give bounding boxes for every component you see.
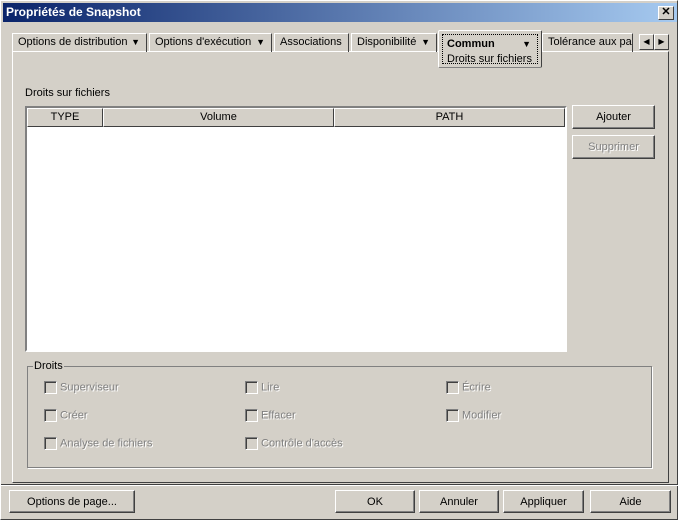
- checkbox-label: Écrire: [462, 381, 491, 394]
- tab-label: Associations: [280, 36, 342, 48]
- checkbox-icon: [44, 437, 57, 450]
- apply-button[interactable]: Appliquer: [503, 490, 584, 513]
- close-button[interactable]: ✕: [658, 6, 674, 20]
- tab-label: Tolérance aux pa: [548, 36, 632, 48]
- checkbox-analyse-fichiers[interactable]: Analyse de fichiers: [44, 437, 152, 450]
- scroll-right-button[interactable]: ▶: [654, 34, 669, 50]
- dropdown-arrow-icon: ▼: [256, 37, 265, 47]
- checkbox-superviseur[interactable]: Superviseur: [44, 381, 119, 394]
- checkbox-icon: [44, 409, 57, 422]
- checkbox-label: Créer: [60, 409, 88, 422]
- rights-group: [27, 366, 652, 468]
- checkbox-label: Lire: [261, 381, 280, 394]
- checkbox-label: Superviseur: [60, 381, 119, 394]
- dropdown-arrow-icon: ▼: [131, 37, 140, 47]
- checkbox-icon: [446, 409, 459, 422]
- tab-label: Disponibilité: [357, 36, 417, 48]
- file-rights-table[interactable]: TYPE Volume PATH: [25, 106, 567, 352]
- column-header-type[interactable]: TYPE: [27, 108, 103, 127]
- tab-options-execution[interactable]: Options d'exécution ▼: [149, 33, 272, 52]
- tab-tolerance[interactable]: Tolérance aux pa: [542, 33, 633, 52]
- checkbox-creer[interactable]: Créer: [44, 409, 88, 422]
- tab-associations[interactable]: Associations: [274, 33, 349, 52]
- section-label: Droits sur fichiers: [25, 87, 110, 99]
- tab-sublabel: Droits sur fichiers: [447, 53, 532, 65]
- add-button[interactable]: Ajouter: [572, 105, 655, 129]
- checkbox-icon: [446, 381, 459, 394]
- separator: [1, 484, 678, 486]
- column-header-path[interactable]: PATH: [334, 108, 565, 127]
- checkbox-modifier[interactable]: Modifier: [446, 409, 501, 422]
- window-title: Propriétés de Snapshot: [6, 5, 141, 19]
- checkbox-ecrire[interactable]: Écrire: [446, 381, 491, 394]
- tab-commun[interactable]: Commun ▼ Droits sur fichiers: [438, 30, 542, 68]
- checkbox-controle-acces[interactable]: Contrôle d'accès: [245, 437, 343, 450]
- tab-label: Options de distribution: [18, 36, 128, 48]
- checkbox-label: Contrôle d'accès: [261, 437, 343, 450]
- dialog-window: Propriétés de Snapshot ✕ Options de dist…: [0, 0, 678, 520]
- checkbox-label: Analyse de fichiers: [60, 437, 153, 450]
- checkbox-label: Modifier: [462, 409, 502, 422]
- tab-options-distribution[interactable]: Options de distribution ▼: [12, 33, 147, 52]
- checkbox-effacer[interactable]: Effacer: [245, 409, 296, 422]
- scroll-left-button[interactable]: ◀: [639, 34, 654, 50]
- checkbox-label: Effacer: [261, 409, 296, 422]
- focus-outline: Commun ▼ Droits sur fichiers: [442, 34, 538, 65]
- help-button[interactable]: Aide: [590, 490, 671, 513]
- remove-button[interactable]: Supprimer: [572, 135, 655, 159]
- checkbox-icon: [245, 381, 258, 394]
- checkbox-icon: [245, 437, 258, 450]
- column-header-volume[interactable]: Volume: [103, 108, 334, 127]
- tab-disponibilite[interactable]: Disponibilité ▼: [351, 33, 437, 52]
- page-options-button[interactable]: Options de page...: [9, 490, 135, 513]
- tab-label: Options d'exécution: [155, 36, 252, 48]
- dropdown-arrow-icon: ▼: [421, 37, 430, 47]
- checkbox-icon: [245, 409, 258, 422]
- rights-group-label: Droits: [33, 360, 64, 372]
- checkbox-icon: [44, 381, 57, 394]
- checkbox-lire[interactable]: Lire: [245, 381, 279, 394]
- ok-button[interactable]: OK: [335, 490, 415, 513]
- title-bar: Propriétés de Snapshot ✕: [3, 3, 677, 22]
- cancel-button[interactable]: Annuler: [419, 490, 499, 513]
